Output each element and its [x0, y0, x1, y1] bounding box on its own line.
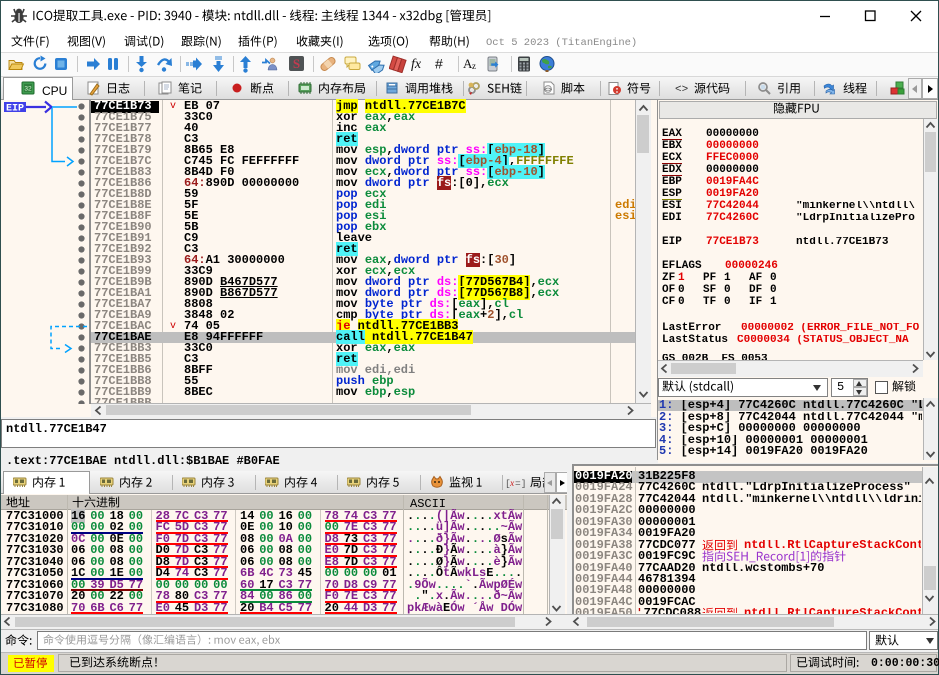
svg-text:#: #	[435, 56, 443, 72]
svg-text:32: 32	[24, 86, 32, 93]
svg-text:<>: <>	[544, 87, 552, 94]
svg-text:<>: <>	[675, 84, 688, 96]
svg-text:fx: fx	[411, 57, 422, 72]
svg-text:S: S	[293, 56, 300, 71]
svg-text:EIP: EIP	[6, 104, 24, 115]
svg-text:=]: =]	[515, 478, 526, 489]
svg-text:z: z	[472, 61, 476, 71]
